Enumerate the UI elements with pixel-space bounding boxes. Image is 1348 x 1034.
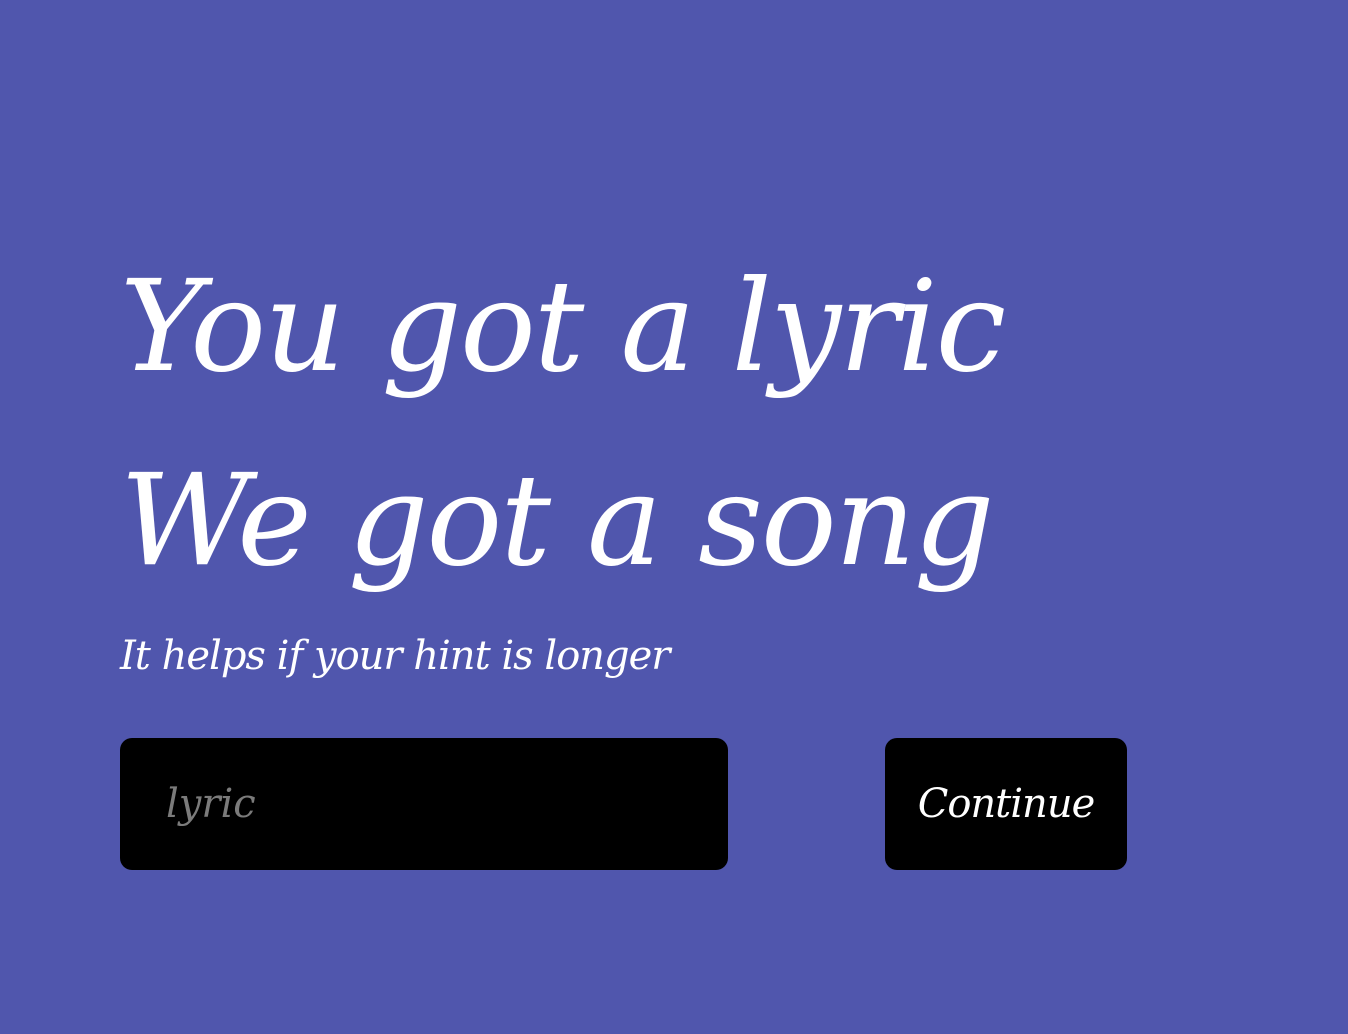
hint-text: It helps if your hint is longer (120, 633, 670, 679)
lyric-input[interactable] (120, 738, 728, 870)
continue-button[interactable]: Continue (885, 738, 1127, 870)
headline-line-1: You got a lyric (120, 253, 1006, 400)
lyric-page: { "headline": { "line1": "You got a lyri… (0, 0, 1348, 1034)
headline-line-2: We got a song (120, 447, 995, 594)
hero-section: You got a lyric We got a song (120, 230, 1006, 618)
